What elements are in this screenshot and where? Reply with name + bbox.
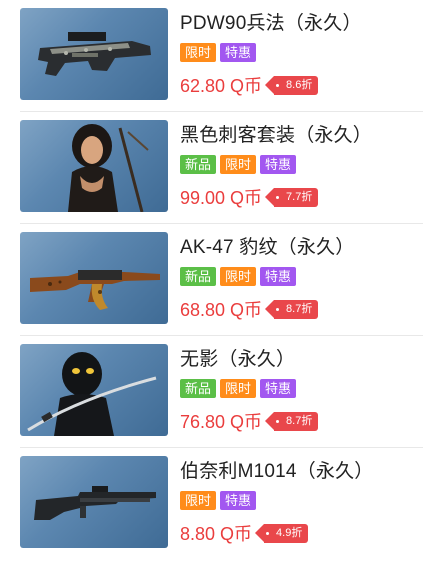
product-title: PDW90兵法（永久） (180, 13, 362, 34)
tag-new: 新品 (180, 267, 217, 286)
tag-special-offer: 特惠 (260, 379, 297, 398)
product-item[interactable]: 伯奈利M1014（永久） 限时 特惠 8.80 Q币 4.9折 (0, 448, 423, 560)
tag-limited: 限时 (220, 379, 257, 398)
discount-badge: 7.7折 (264, 187, 319, 207)
product-item[interactable]: 黑色刺客套装（永久） 新品 限时 特惠 99.00 Q币 7.7折 (0, 112, 423, 224)
discount-badge: 8.7折 (264, 299, 319, 319)
tag-group: 新品 限时 特惠 (180, 155, 297, 174)
tag-special-offer: 特惠 (220, 43, 257, 62)
product-price: 62.80 Q币 (180, 76, 263, 96)
product-title: 黑色刺客套装（永久） (180, 125, 373, 146)
product-price: 99.00 Q币 (180, 188, 263, 208)
tag-limited: 限时 (220, 267, 257, 286)
tag-limited: 限时 (180, 43, 217, 62)
tag-group: 限时 特惠 (180, 43, 257, 62)
price-row: 99.00 Q币 7.7折 (180, 184, 319, 210)
product-item[interactable]: AK-47 豹纹（永久） 新品 限时 特惠 68.80 Q币 8.7折 (0, 224, 423, 336)
price-row: 62.80 Q币 8.6折 (180, 72, 319, 98)
tag-group: 新品 限时 特惠 (180, 379, 297, 398)
tag-special-offer: 特惠 (220, 491, 257, 510)
product-thumbnail[interactable] (20, 120, 168, 212)
product-item[interactable]: 无影（永久） 新品 限时 特惠 76.80 Q币 8.7折 (0, 336, 423, 448)
product-title: AK-47 豹纹（永久） (180, 237, 355, 258)
discount-badge: 8.6折 (264, 75, 319, 95)
tag-new: 新品 (180, 155, 217, 174)
price-row: 76.80 Q币 8.7折 (180, 408, 319, 434)
product-thumbnail[interactable] (20, 8, 168, 100)
tag-limited: 限时 (180, 491, 217, 510)
shadow-ninja-character-image (27, 352, 157, 436)
pdw90-gun-image (38, 32, 151, 76)
product-price: 76.80 Q币 (180, 412, 263, 432)
product-thumbnail[interactable] (20, 456, 168, 548)
discount-badge: 4.9折 (254, 523, 309, 543)
discount-badge: 8.7折 (264, 411, 319, 431)
tag-special-offer: 特惠 (260, 267, 297, 286)
product-price: 68.80 Q币 (180, 300, 263, 320)
product-thumbnail[interactable] (20, 344, 168, 436)
product-title: 伯奈利M1014（永久） (180, 461, 374, 482)
product-thumbnail[interactable] (20, 232, 168, 324)
black-assassin-character-image (68, 124, 149, 212)
tag-new: 新品 (180, 379, 217, 398)
product-price: 8.80 Q币 (180, 524, 253, 544)
product-item[interactable]: PDW90兵法（永久） 限时 特惠 62.80 Q币 8.6折 (0, 0, 423, 112)
price-row: 68.80 Q币 8.7折 (180, 296, 319, 322)
tag-limited: 限时 (220, 155, 257, 174)
product-list: PDW90兵法（永久） 限时 特惠 62.80 Q币 8.6折 黑色刺客套装（永… (0, 0, 423, 562)
tag-special-offer: 特惠 (260, 155, 297, 174)
tag-group: 限时 特惠 (180, 491, 257, 510)
ak47-leopard-gun-image (30, 270, 160, 310)
price-row: 8.80 Q币 4.9折 (180, 520, 309, 546)
benelli-m1014-shotgun-image (34, 486, 156, 520)
product-title: 无影（永久） (180, 349, 296, 370)
tag-group: 新品 限时 特惠 (180, 267, 297, 286)
